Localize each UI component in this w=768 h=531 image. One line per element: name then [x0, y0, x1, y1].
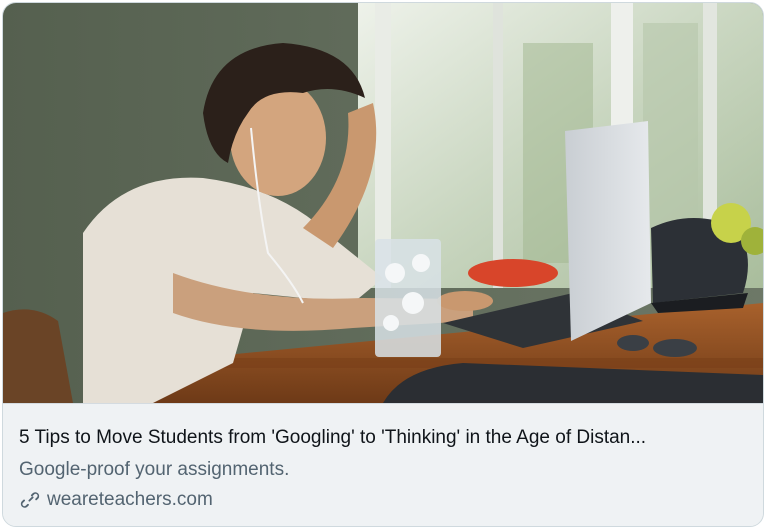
card-meta[interactable]: 5 Tips to Move Students from 'Googling' … — [3, 403, 763, 526]
card-domain-row[interactable]: weareteachers.com — [19, 488, 213, 512]
card-title[interactable]: 5 Tips to Move Students from 'Googling' … — [19, 426, 747, 450]
link-preview-card[interactable]: 5 Tips to Move Students from 'Googling' … — [2, 2, 764, 527]
card-description: Google-proof your assignments. — [19, 459, 290, 480]
card-image[interactable] — [3, 3, 763, 403]
card-domain[interactable]: weareteachers.com — [47, 488, 213, 512]
link-icon — [19, 489, 41, 511]
